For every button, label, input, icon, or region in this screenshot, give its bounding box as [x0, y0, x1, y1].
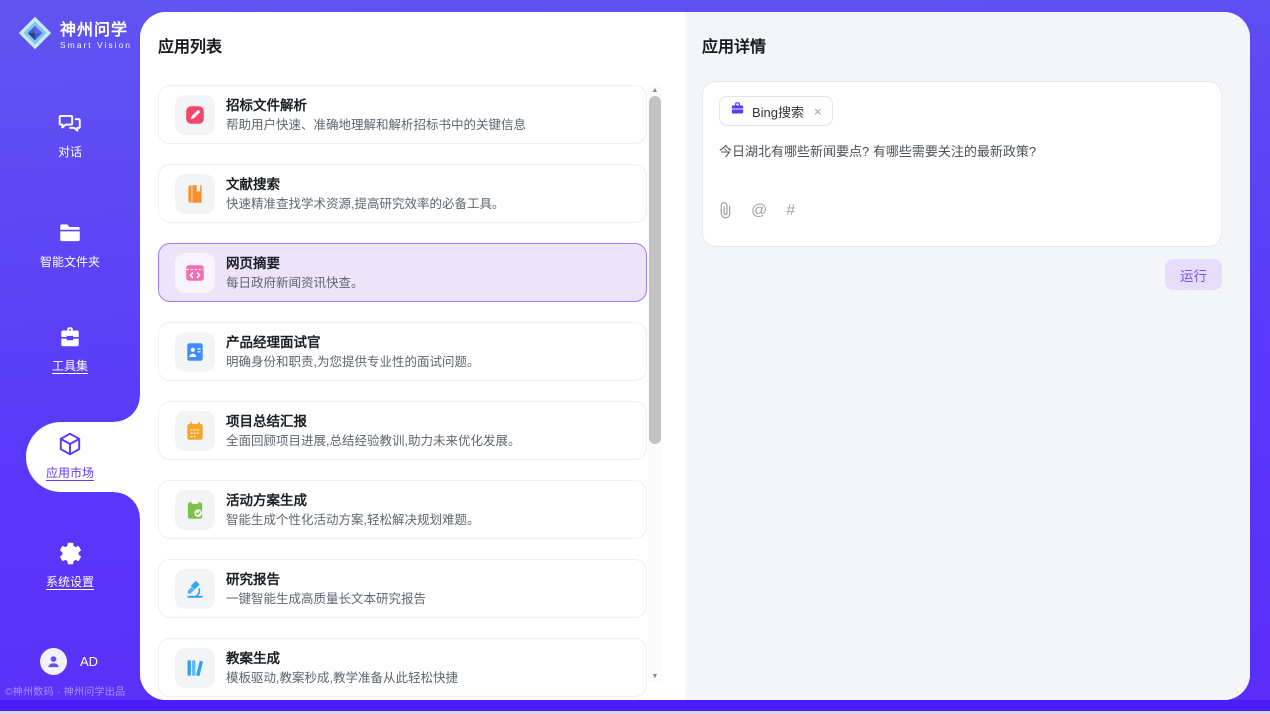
- books-icon: [175, 648, 215, 688]
- app-card-desc: 快速精准查找学术资源,提高研究效率的必备工具。: [226, 196, 504, 212]
- logo-title: 神州问学: [60, 22, 132, 40]
- run-button[interactable]: 运行: [1165, 259, 1222, 290]
- app-card-title: 教案生成: [226, 650, 458, 667]
- app-card-desc: 智能生成个性化活动方案,轻松解决规划难题。: [226, 512, 479, 528]
- toolbox-icon: [57, 324, 83, 350]
- sidebar-item-label: 应用市场: [46, 464, 94, 481]
- tag-close-icon[interactable]: ×: [814, 104, 822, 119]
- app-card-title: 招标文件解析: [226, 97, 526, 114]
- scroll-down-arrow-icon[interactable]: ▼: [648, 670, 662, 682]
- app-card-title: 活动方案生成: [226, 492, 479, 509]
- user-avatar-icon: [40, 648, 67, 675]
- sidebar-item-1[interactable]: 对话: [0, 110, 140, 161]
- app-card-desc: 模板驱动,教案秒成,教学准备从此轻松快捷: [226, 670, 458, 686]
- microscope-icon: [175, 569, 215, 609]
- app-card-6[interactable]: 活动方案生成智能生成个性化活动方案,轻松解决规划难题。: [158, 480, 647, 539]
- app-card-3[interactable]: 网页摘要每日政府新闻资讯快查。: [158, 243, 647, 302]
- chat-icon: [57, 110, 83, 136]
- app-card-2[interactable]: 文献搜索快速精准查找学术资源,提高研究效率的必备工具。: [158, 164, 647, 223]
- scrollbar[interactable]: ▲ ▼: [648, 84, 662, 682]
- app-card-desc: 明确身份和职责,为您提供专业性的面试问题。: [226, 354, 479, 370]
- app-card-title: 项目总结汇报: [226, 413, 520, 430]
- input-toolbar: @ #: [719, 201, 1205, 220]
- app-card-title: 研究报告: [226, 571, 426, 588]
- app-card-desc: 帮助用户快速、准确地理解和解析招标书中的关键信息: [226, 117, 526, 133]
- app-window: 神州问学 Smart Vision 对话智能文件夹工具集应用市场系统设置 AD …: [0, 0, 1270, 714]
- clipboard-check-icon: [175, 490, 215, 530]
- paperclip-icon[interactable]: [719, 201, 732, 220]
- scrollbar-thumb[interactable]: [649, 96, 661, 444]
- scroll-up-arrow-icon[interactable]: ▲: [648, 84, 662, 96]
- pen-icon: [175, 95, 215, 135]
- app-card-list: 招标文件解析帮助用户快速、准确地理解和解析招标书中的关键信息文献搜索快速精准查找…: [158, 85, 647, 697]
- app-card-title: 文献搜索: [226, 176, 504, 193]
- active-item-bubble: [26, 422, 140, 492]
- app-card-title: 网页摘要: [226, 255, 364, 272]
- sidebar-item-2[interactable]: 智能文件夹: [0, 220, 140, 271]
- sidebar-item-3[interactable]: 工具集: [0, 324, 140, 375]
- app-card-7[interactable]: 研究报告一键智能生成高质量长文本研究报告: [158, 559, 647, 618]
- folder-icon: [57, 220, 83, 246]
- user-name: AD: [80, 654, 98, 669]
- cube-icon: [57, 431, 83, 457]
- sidebar-item-label: 工具集: [52, 357, 88, 374]
- book-icon: [175, 174, 215, 214]
- browser-code-icon: [175, 253, 215, 293]
- at-mention-icon[interactable]: @: [751, 203, 767, 219]
- query-card[interactable]: Bing搜索 × 今日湖北有哪些新闻要点? 有哪些需要关注的最新政策? @ #: [702, 81, 1222, 247]
- app-card-1[interactable]: 招标文件解析帮助用户快速、准确地理解和解析招标书中的关键信息: [158, 85, 647, 144]
- sidebar-item-label: 系统设置: [46, 573, 94, 590]
- app-card-desc: 全面回顾项目进展,总结经验教训,助力未来优化发展。: [226, 433, 520, 449]
- app-card-4[interactable]: 产品经理面试官明确身份和职责,为您提供专业性的面试问题。: [158, 322, 647, 381]
- app-card-desc: 每日政府新闻资讯快查。: [226, 275, 364, 291]
- copyright-footer: ©神州数码 · 神州问学出品: [5, 683, 139, 698]
- app-list-title: 应用列表: [158, 40, 685, 56]
- resume-icon: [175, 332, 215, 372]
- app-card-5[interactable]: 项目总结汇报全面回顾项目进展,总结经验教训,助力未来优化发展。: [158, 401, 647, 460]
- query-input[interactable]: 今日湖北有哪些新闻要点? 有哪些需要关注的最新政策?: [719, 143, 1205, 161]
- app-card-8[interactable]: 教案生成模板驱动,教案秒成,教学准备从此轻松快捷: [158, 638, 647, 697]
- app-logo: 神州问学 Smart Vision: [17, 15, 132, 56]
- bottom-bar: [0, 700, 1270, 711]
- diamond-logo-icon: [17, 15, 53, 56]
- app-card-desc: 一键智能生成高质量长文本研究报告: [226, 591, 426, 607]
- sidebar-item-label: 对话: [58, 143, 82, 160]
- sidebar: 神州问学 Smart Vision 对话智能文件夹工具集应用市场系统设置 AD …: [0, 0, 140, 700]
- hash-topic-icon[interactable]: #: [786, 203, 795, 219]
- sidebar-item-4[interactable]: 应用市场: [0, 422, 140, 492]
- app-detail-panel: 应用详情 Bing搜索 × 今日湖北有哪些新闻要点? 有哪些需要关注的最新政策?: [685, 12, 1250, 700]
- sidebar-item-5[interactable]: 系统设置: [0, 540, 140, 591]
- logo-subtitle: Smart Vision: [60, 40, 132, 50]
- tool-tag-bing-search[interactable]: Bing搜索 ×: [719, 96, 833, 126]
- gear-icon: [57, 540, 83, 566]
- sidebar-item-label: 智能文件夹: [40, 253, 100, 270]
- tool-tag-label: Bing搜索: [752, 102, 804, 121]
- notepad-icon: [175, 411, 215, 451]
- user-profile[interactable]: AD: [40, 648, 98, 675]
- app-list-panel: 应用列表 招标文件解析帮助用户快速、准确地理解和解析招标书中的关键信息文献搜索快…: [140, 12, 685, 700]
- briefcase-icon: [730, 101, 745, 121]
- app-detail-title: 应用详情: [702, 40, 1222, 56]
- app-card-title: 产品经理面试官: [226, 334, 479, 351]
- main-panel: 应用列表 招标文件解析帮助用户快速、准确地理解和解析招标书中的关键信息文献搜索快…: [140, 12, 1250, 700]
